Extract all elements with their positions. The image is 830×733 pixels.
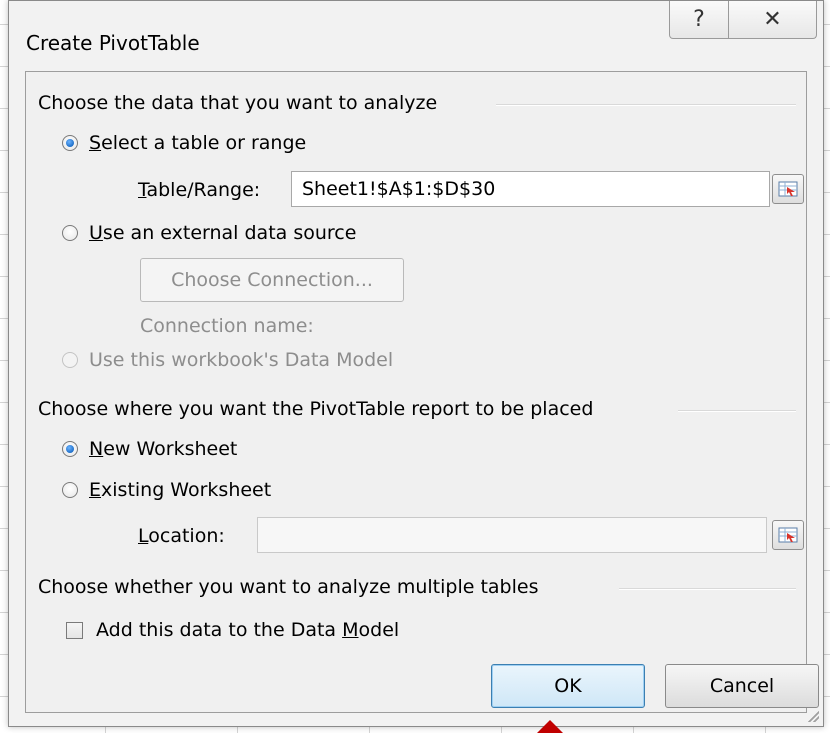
close-button[interactable]: ✕ bbox=[728, 1, 817, 39]
radio-label: New Worksheet bbox=[89, 438, 238, 460]
ok-button[interactable]: OK bbox=[491, 664, 645, 708]
radio-existing-worksheet[interactable]: Existing Worksheet bbox=[62, 479, 271, 501]
location-input[interactable] bbox=[257, 517, 767, 553]
close-icon: ✕ bbox=[763, 7, 782, 32]
choose-connection-button[interactable]: Choose Connection... bbox=[140, 258, 404, 302]
section-divider bbox=[619, 588, 796, 590]
location-label: Location: bbox=[138, 525, 225, 547]
radio-new-worksheet[interactable]: New Worksheet bbox=[62, 438, 237, 460]
radio-label: Use an external data source bbox=[89, 222, 357, 244]
radio-select-table-range[interactable]: Select a table or range bbox=[62, 132, 306, 154]
range-selector-icon bbox=[778, 527, 798, 543]
table-range-label: Table/Range: bbox=[138, 179, 261, 201]
cancel-button[interactable]: Cancel bbox=[665, 664, 819, 708]
dialog-title: Create PivotTable bbox=[26, 31, 200, 55]
radio-label: Existing Worksheet bbox=[89, 479, 272, 501]
radio-indicator-selected[interactable] bbox=[62, 441, 78, 457]
radio-external-data-source[interactable]: Use an external data source bbox=[62, 222, 356, 244]
section-heading-multiple-tables: Choose whether you want to analyze multi… bbox=[38, 576, 539, 598]
checkbox-indicator[interactable] bbox=[66, 621, 83, 639]
radio-label: Select a table or range bbox=[89, 132, 307, 154]
resize-grip-icon[interactable] bbox=[805, 708, 819, 722]
section-heading-data: Choose the data that you want to analyze bbox=[38, 92, 438, 114]
cursor-arrow-icon bbox=[537, 720, 563, 733]
dialog-content: Choose the data that you want to analyze… bbox=[25, 71, 819, 713]
checkbox-add-to-data-model[interactable]: Add this data to the Data Model bbox=[66, 619, 399, 641]
section-heading-placement: Choose where you want the PivotTable rep… bbox=[38, 398, 594, 420]
radio-indicator-selected[interactable] bbox=[62, 135, 78, 151]
table-range-input[interactable]: Sheet1!$A$1:$D$30 bbox=[291, 171, 770, 207]
help-icon: ? bbox=[693, 7, 705, 32]
section-divider bbox=[496, 104, 796, 106]
connection-name-label: Connection name: bbox=[140, 315, 314, 337]
collapse-location-button[interactable] bbox=[772, 520, 804, 550]
collapse-range-button[interactable] bbox=[772, 174, 804, 204]
radio-workbook-data-model[interactable]: Use this workbook's Data Model bbox=[62, 349, 393, 371]
title-bar: Create PivotTable ? ✕ bbox=[9, 1, 823, 71]
radio-indicator[interactable] bbox=[62, 482, 78, 498]
range-selector-icon bbox=[778, 181, 798, 197]
radio-indicator-disabled[interactable] bbox=[62, 352, 78, 368]
create-pivottable-dialog: Create PivotTable ? ✕ Choose the data th… bbox=[8, 0, 824, 727]
help-button[interactable]: ? bbox=[669, 1, 729, 39]
checkbox-label: Add this data to the Data Model bbox=[96, 619, 400, 641]
radio-indicator[interactable] bbox=[62, 225, 78, 241]
section-divider bbox=[678, 410, 796, 412]
